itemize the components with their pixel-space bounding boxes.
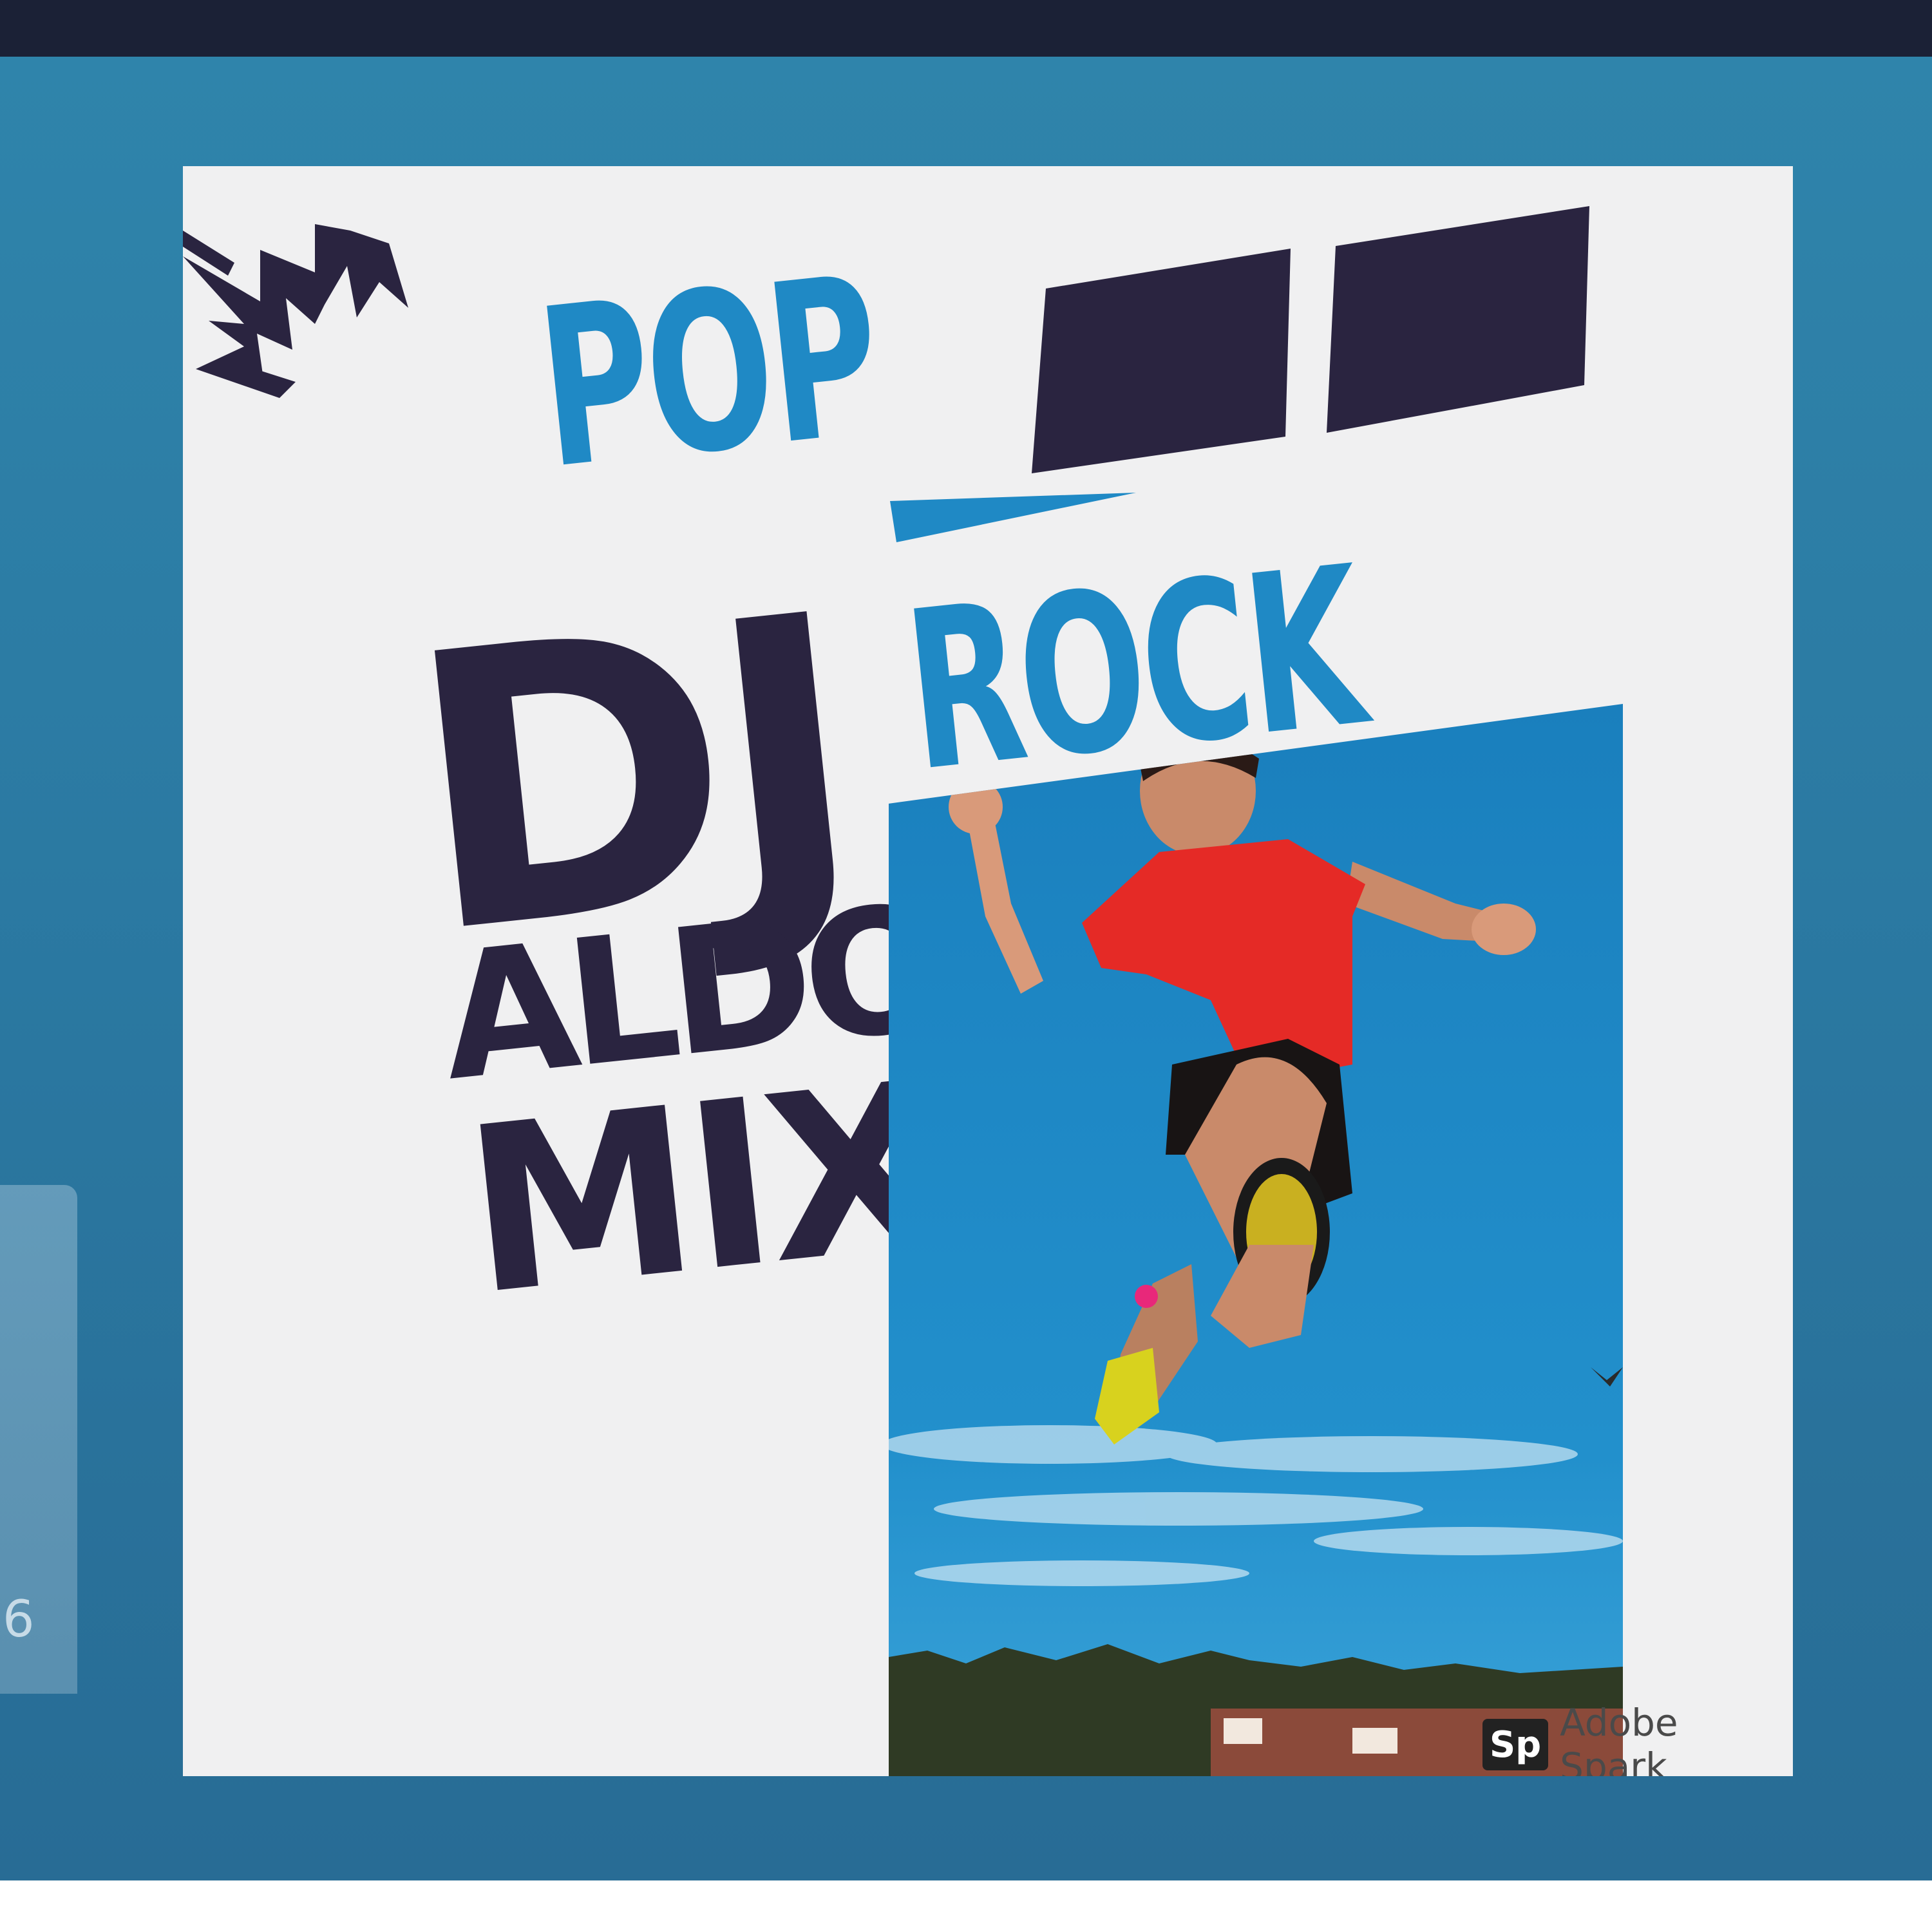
bottom-strip — [0, 1880, 1932, 1932]
top-bar — [0, 0, 1932, 57]
spark-logo-icon: Sp — [1482, 1719, 1549, 1770]
dark-block-left — [1032, 249, 1291, 473]
photo-illustration — [889, 704, 1623, 1776]
mix-label: MIX — [454, 1031, 950, 1346]
dark-block-right — [1327, 206, 1589, 433]
cover-art[interactable]: POP ROCK DJ ALDO MIX Sp Adobe Spark — [183, 166, 1793, 1776]
genre-pop-label: POP — [529, 229, 888, 518]
jumping-man-photo — [889, 704, 1623, 1776]
adobe-spark-watermark: Sp Adobe Spark — [1482, 1701, 1793, 1776]
watermark-text: Adobe Spark — [1560, 1701, 1678, 1776]
blue-wedge — [890, 493, 1136, 542]
side-card-text: 6 — [3, 1591, 35, 1649]
